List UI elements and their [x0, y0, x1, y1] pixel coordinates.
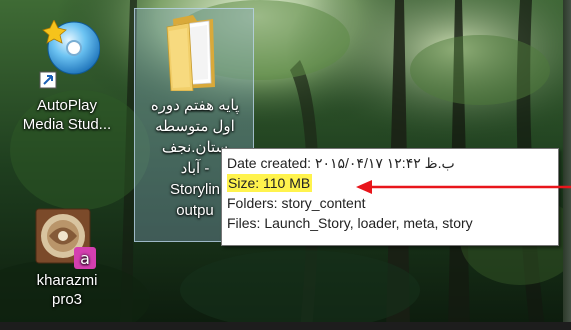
autoplay-cd-icon: [39, 20, 100, 89]
screen-right-edge: [563, 0, 571, 322]
tooltip-files: Files: Launch_Story, loader, meta, story: [227, 215, 473, 231]
icon-label: kharazmi pro3: [36, 272, 98, 308]
tooltip-size-highlighted: Size: 110 MB: [227, 174, 313, 192]
screen-bottom-edge: [0, 322, 571, 330]
red-arrow-annotation: [356, 180, 571, 194]
kharazmi-app-icon: a: [35, 208, 96, 269]
svg-text:a: a: [80, 249, 90, 268]
folder-icon: [166, 15, 215, 91]
tooltip-date-created: Date created: ۲۰۱۵/۰۴/۱۷ ب.ظ ۱۲:۴۲: [227, 155, 455, 171]
icon-label: AutoPlay Media Stud...: [22, 97, 112, 133]
